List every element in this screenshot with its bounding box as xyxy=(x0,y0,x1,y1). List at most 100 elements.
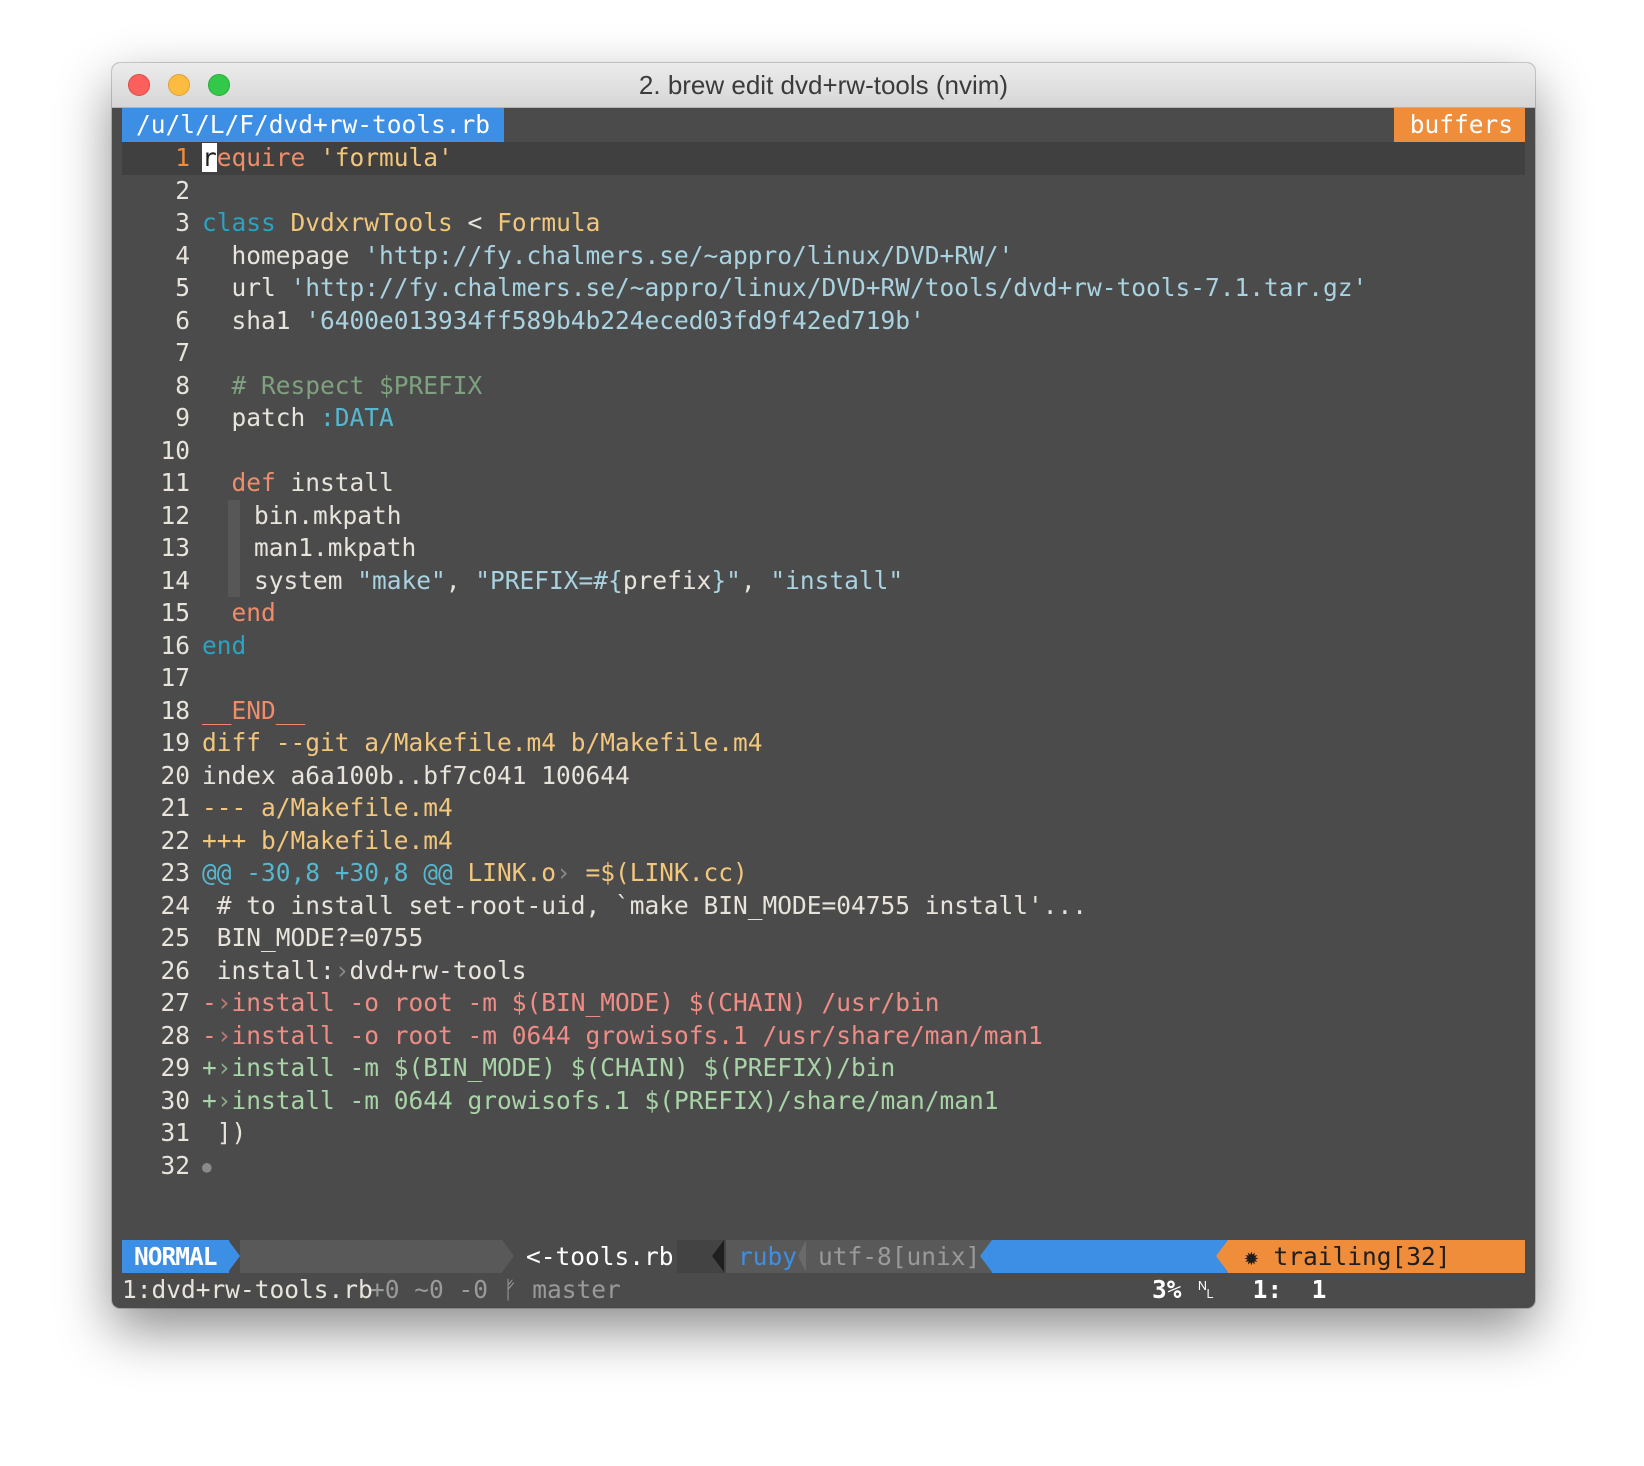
line-number: 8 xyxy=(175,370,190,400)
diff-removed-line: install -o root -m $(BIN_MODE) $(CHAIN) … xyxy=(231,988,940,1017)
code-text: bin.mkpath xyxy=(254,500,402,530)
code-text: prefix xyxy=(622,565,712,595)
line-number: 32 xyxy=(160,1150,190,1180)
tab-current-file[interactable]: /u/l/L/F/dvd+rw-tools.rb xyxy=(122,108,505,142)
code-line[interactable]: 6 sha1 '6400e013934ff589b4b224eced03fd9f… xyxy=(122,305,1525,338)
string-literal: }" xyxy=(711,565,741,595)
tab-char-icon: › xyxy=(216,1053,232,1082)
powerline-arrow-icon xyxy=(980,1240,992,1272)
powerline-arrow-icon xyxy=(228,1240,240,1272)
code-line[interactable]: 30 +›install -m 0644 growisofs.1 $(PREFIX… xyxy=(122,1085,1525,1118)
code-line[interactable]: 11 def install xyxy=(122,467,1525,500)
code-line[interactable]: 28 -›install -o root -m 0644 growisofs.1 … xyxy=(122,1020,1525,1053)
statusline: NORMAL +0 ~0 -0 ᚠ master <-tools.rb ruby… xyxy=(122,1240,1525,1304)
string-literal: '6400e013934ff589b4b224eced03fd9f42ed719… xyxy=(305,305,925,335)
keyword: end xyxy=(231,598,276,627)
code-line[interactable]: 3 class DvdxrwTools < Formula xyxy=(122,207,1525,240)
line-number: 18 xyxy=(160,695,190,725)
powerline-arrow-icon xyxy=(502,1240,514,1272)
buffers-label[interactable]: buffers xyxy=(1393,108,1525,142)
code-line[interactable]: 16 end xyxy=(122,630,1525,663)
code-line[interactable]: 21 --- a/Makefile.m4 xyxy=(122,792,1525,825)
tab-char-icon: › xyxy=(216,1085,232,1115)
line-number: 21 xyxy=(160,793,190,822)
comment: # Respect $PREFIX xyxy=(202,370,483,400)
diff-hunk-context: LINK.o xyxy=(452,858,557,887)
code-line[interactable]: 7 xyxy=(122,337,1525,370)
code-line[interactable]: 2 xyxy=(122,175,1525,208)
line-number: 22 xyxy=(160,825,190,855)
eol-marker-icon: ● xyxy=(202,1156,212,1176)
line-number: 3 xyxy=(175,208,190,237)
code-text: < xyxy=(452,208,498,237)
indent-guide xyxy=(228,499,240,532)
code-line[interactable]: 20 index a6a100b..bf7c041 100644 xyxy=(122,760,1525,793)
code-text: homepage xyxy=(202,240,365,270)
diff-hunk-header: @@ -30,8 +30,8 @@ xyxy=(202,858,453,887)
code-line[interactable]: 27 -›install -o root -m $(BIN_MODE) $(CHA… xyxy=(122,987,1525,1020)
filetype-indicator: ruby xyxy=(726,1240,806,1273)
encoding-indicator: utf-8[unix] xyxy=(806,1240,995,1273)
code-line[interactable]: 5 url 'http://fy.chalmers.se/~appro/linu… xyxy=(122,272,1525,305)
code-line[interactable]: 23 @@ -30,8 +30,8 @@ LINK.o› =$(LINK.cc) xyxy=(122,857,1525,890)
line-number: 26 xyxy=(160,955,190,985)
diff-header: diff --git a/Makefile.m4 b/Makefile.m4 xyxy=(202,728,763,757)
class-name: Formula xyxy=(497,208,601,237)
code-line[interactable]: 18 __END__ xyxy=(122,695,1525,728)
line-number: 25 xyxy=(160,923,190,952)
code-line[interactable]: 15 end xyxy=(122,597,1525,630)
keyword: class xyxy=(202,208,276,237)
code-line[interactable]: 1 require 'formula' xyxy=(122,142,1525,175)
code-text: , xyxy=(740,565,771,595)
indent-guide xyxy=(228,564,240,597)
code-line[interactable]: 26 install:›dvd+rw-tools xyxy=(122,955,1525,988)
terminal-content[interactable]: /u/l/L/F/dvd+rw-tools.rb buffers 1 requir… xyxy=(122,108,1525,1308)
line-number: 15 xyxy=(160,598,190,627)
editor-buffer[interactable]: 1 require 'formula' 2 3 class DvdxrwTools … xyxy=(122,142,1525,1182)
code-text: system xyxy=(254,565,358,595)
tab-char-icon: › xyxy=(334,955,350,985)
code-line[interactable]: 19 diff --git a/Makefile.m4 b/Makefile.m4 xyxy=(122,727,1525,760)
window-title: 2. brew edit dvd+rw-tools (nvim) xyxy=(638,70,1009,100)
code-line[interactable]: 8 # Respect $PREFIX xyxy=(122,370,1525,403)
diff-added-line: install -m $(BIN_MODE) $(CHAIN) $(PREFIX… xyxy=(231,1053,896,1082)
command-line[interactable]: 1:dvd+rw-tools.rb xyxy=(122,1273,1525,1307)
code-line[interactable]: 14 system "make", "PREFIX=#{prefix}", "in… xyxy=(122,564,1525,597)
diff-context: install: xyxy=(202,955,335,985)
text-cursor: r xyxy=(202,143,217,172)
line-number: 11 xyxy=(160,468,190,497)
diff-file-new: +++ b/Makefile.m4 xyxy=(202,825,453,855)
code-line[interactable]: 25 BIN_MODE?=0755 xyxy=(122,922,1525,955)
code-line[interactable]: 13 man1.mkpath xyxy=(122,532,1525,565)
string-literal: 'http://fy.chalmers.se/~appro/linux/DVD+… xyxy=(290,273,1368,302)
code-line[interactable]: 9 patch :DATA xyxy=(122,402,1525,435)
code-line[interactable]: 10 xyxy=(122,435,1525,468)
code-line[interactable]: 4 homepage 'http://fy.chalmers.se/~appro… xyxy=(122,240,1525,273)
diff-context: BIN_MODE?=0755 xyxy=(202,923,424,952)
line-number: 31 xyxy=(160,1118,190,1147)
diff-added-line: install -m 0644 growisofs.1 $(PREFIX)/sh… xyxy=(231,1085,999,1115)
symbol-literal: :DATA xyxy=(320,403,394,432)
line-number: 9 xyxy=(175,403,190,432)
code-line[interactable]: 12 bin.mkpath xyxy=(122,499,1525,532)
code-line[interactable]: 32 ● xyxy=(122,1150,1525,1183)
string-literal: "install" xyxy=(770,565,904,595)
code-line[interactable]: 31 ]) xyxy=(122,1117,1525,1150)
powerline-arrow-icon xyxy=(1216,1240,1228,1272)
line-number: 1 xyxy=(175,143,190,172)
indent-guide xyxy=(228,532,240,565)
code-line[interactable]: 24 # to install set-root-uid, `make BIN_… xyxy=(122,890,1525,923)
diff-added-marker: + xyxy=(202,1053,217,1082)
string-literal: 'http://fy.chalmers.se/~appro/linux/DVD+… xyxy=(364,240,1014,270)
line-number: 4 xyxy=(175,240,190,270)
code-line[interactable]: 17 xyxy=(122,662,1525,695)
line-number: 28 xyxy=(160,1020,190,1050)
trailing-whitespace-warning: ✹ trailing[32] xyxy=(1228,1240,1525,1273)
code-line[interactable]: 22 +++ b/Makefile.m4 xyxy=(122,825,1525,858)
end-marker: __END__ xyxy=(202,695,306,725)
string-literal: "PREFIX=#{ xyxy=(475,565,623,595)
code-line[interactable]: 29 +›install -m $(BIN_MODE) $(CHAIN) $(PR… xyxy=(122,1052,1525,1085)
